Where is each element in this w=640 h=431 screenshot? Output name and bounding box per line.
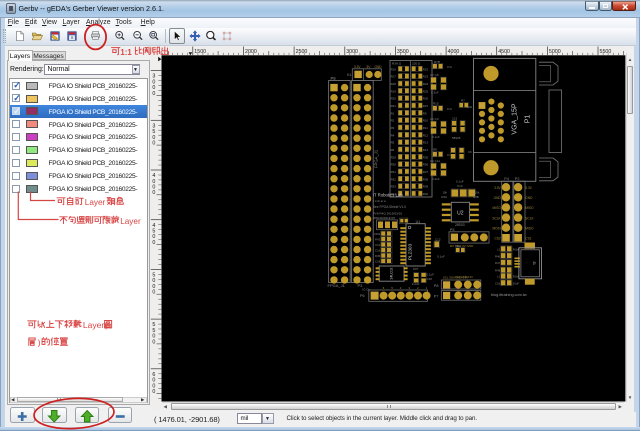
svg-text:1:1: 1:1 [120,48,132,57]
svg-text:Layer: Layer [120,217,141,226]
svg-text:): ) [38,337,41,347]
svg-text:Layer(: Layer( [83,320,107,330]
svg-text:Layer: Layer [85,198,106,207]
